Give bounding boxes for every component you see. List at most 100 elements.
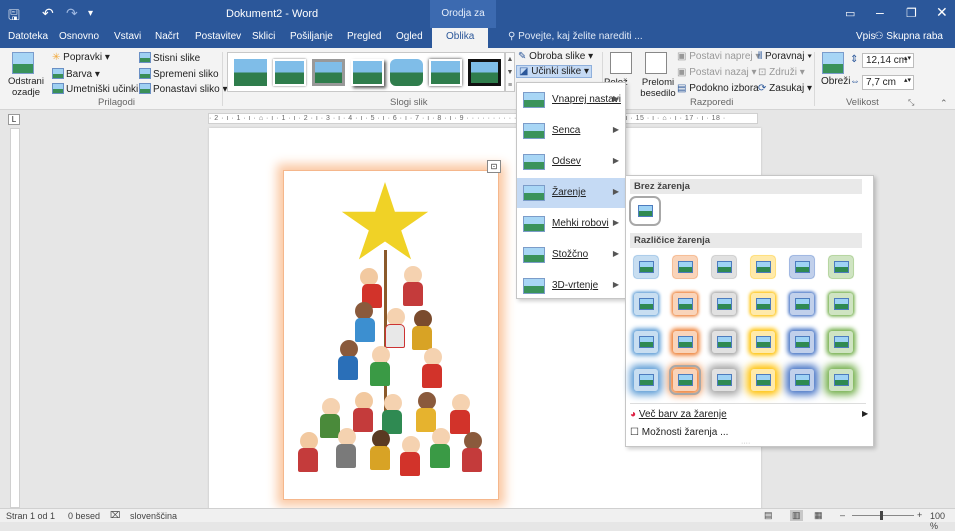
group-button[interactable]: ⊡ Združi ▾ — [758, 67, 805, 78]
tab-file[interactable]: Datoteka — [8, 31, 48, 42]
vertical-ruler[interactable] — [10, 128, 20, 508]
style-thumb[interactable] — [234, 59, 267, 86]
undo-icon[interactable]: ↶ — [42, 5, 54, 22]
tab-references[interactable]: Sklici — [252, 31, 275, 42]
glow-variant-option[interactable] — [751, 293, 775, 315]
sign-in-link[interactable]: Vpis — [856, 31, 875, 42]
style-thumb[interactable] — [312, 59, 345, 86]
color-button[interactable]: Barva ▾ — [52, 68, 100, 80]
glow-variant-option[interactable] — [751, 369, 775, 391]
height-input[interactable]: 12,14 cm ▴▾ — [862, 53, 914, 68]
compress-button[interactable]: Stisni slike — [139, 52, 200, 64]
menu-item-glow[interactable]: Žarenje ▶ — [517, 178, 625, 208]
crop-icon[interactable] — [822, 52, 844, 74]
glow-variant-option[interactable] — [673, 293, 697, 315]
tab-layout[interactable]: Postavitev — [195, 31, 241, 42]
maximize-icon[interactable]: ❐ — [906, 6, 917, 20]
glow-variant-option[interactable] — [712, 331, 736, 353]
tab-home[interactable]: Osnovno — [59, 31, 99, 42]
glow-variant-option[interactable] — [712, 256, 736, 278]
send-backward-button[interactable]: ▣ Postavi nazaj ▾ — [677, 67, 757, 78]
wrap-text-button[interactable]: Prelomi besedilo — [638, 77, 678, 99]
glow-variant-option[interactable] — [790, 331, 814, 353]
bring-forward-button[interactable]: ▣ Postavi naprej ▾ — [677, 51, 760, 62]
glow-variant-option[interactable] — [751, 256, 775, 278]
glow-variant-option[interactable] — [712, 293, 736, 315]
picture-styles-gallery[interactable] — [227, 52, 505, 92]
read-mode-icon[interactable]: ▤ — [764, 510, 773, 521]
artistic-effects-button[interactable]: Umetniški učinki ▾ — [52, 83, 146, 95]
spin-arrows[interactable]: ▴▾ — [904, 76, 911, 84]
tab-design[interactable]: Načrt — [155, 31, 179, 42]
glow-variant-option[interactable] — [669, 365, 701, 395]
remove-background-button[interactable]: Odstrani ozadje — [8, 76, 44, 98]
picture-effects-button[interactable]: ◪ Učinki slike ▾ — [516, 65, 593, 78]
wrap-text-icon[interactable] — [645, 52, 667, 74]
glow-variant-option[interactable] — [829, 293, 853, 315]
glow-variant-option[interactable] — [673, 256, 697, 278]
tab-view[interactable]: Ogled — [396, 31, 423, 42]
glow-variant-option[interactable] — [634, 331, 658, 353]
horizontal-ruler[interactable]: · 2 · ı · 1 · ı · ⌂ · ı · 1 · ı · 2 · ı … — [208, 113, 758, 124]
menu-item-shadow[interactable]: Senca ▶ — [517, 116, 625, 146]
tab-review[interactable]: Pregled — [347, 31, 381, 42]
proofing-icon[interactable]: ⌧ — [110, 510, 120, 521]
picture-border-button[interactable]: ✎ Obroba slike ▾ — [518, 51, 593, 62]
tab-insert[interactable]: Vstavi — [114, 31, 141, 42]
glow-variant-option[interactable] — [673, 331, 697, 353]
minimize-icon[interactable]: – — [876, 4, 884, 20]
crop-button[interactable]: Obreži — [821, 76, 850, 87]
glow-variant-option[interactable] — [790, 293, 814, 315]
glow-variant-option[interactable] — [634, 293, 658, 315]
glow-variant-option[interactable] — [790, 256, 814, 278]
tab-selector[interactable]: L — [8, 114, 20, 125]
more-glow-colors[interactable]: ◕ Več barv za žarenje ▶ — [630, 409, 868, 420]
rotate-button[interactable]: ⟳ Zasukaj ▾ — [758, 83, 812, 94]
no-glow-option[interactable] — [629, 196, 661, 226]
print-layout-icon[interactable]: ▥ — [790, 510, 803, 521]
zoom-slider[interactable] — [852, 515, 914, 516]
glow-variant-option[interactable] — [751, 331, 775, 353]
glow-variant-option[interactable] — [790, 369, 814, 391]
corrections-button[interactable]: ✳ Popravki ▾ — [52, 52, 110, 63]
layout-options-icon[interactable]: ⊡ — [487, 160, 501, 173]
ribbon-display-icon[interactable]: ▭ — [845, 7, 855, 20]
glow-options[interactable]: ☐ Možnosti žarenja ... — [630, 427, 728, 438]
glow-variant-option[interactable] — [829, 256, 853, 278]
menu-item-bevel[interactable]: Stožčno ▶ — [517, 240, 625, 270]
save-icon[interactable]: 🖫 — [8, 5, 20, 29]
change-picture-button[interactable]: Spremeni sliko — [139, 68, 219, 80]
menu-item-3d-rotation[interactable]: 3D-vrtenje ▶ — [517, 271, 625, 301]
glow-variant-option[interactable] — [829, 369, 853, 391]
resize-grip[interactable]: ···· — [741, 440, 750, 447]
menu-item-soft-edges[interactable]: Mehki robovi ▶ — [517, 209, 625, 239]
glow-variant-option[interactable] — [634, 369, 658, 391]
selection-pane-button[interactable]: ▤ Podokno izbora — [677, 83, 759, 94]
customize-qat-icon[interactable]: ▾ — [88, 8, 93, 19]
zoom-out-icon[interactable]: – — [840, 510, 845, 520]
reset-picture-button[interactable]: Ponastavi sliko ▾ — [139, 83, 228, 95]
glow-variant-option[interactable] — [712, 369, 736, 391]
style-thumb[interactable] — [273, 59, 306, 86]
close-icon[interactable]: ✕ — [936, 4, 948, 21]
collapse-ribbon-icon[interactable]: ⌃ — [940, 98, 948, 109]
gallery-scroll[interactable]: ▲ ▼ ≡ — [505, 52, 515, 92]
spin-arrows[interactable]: ▴▾ — [904, 54, 911, 62]
share-button[interactable]: ⚇ Skupna raba — [875, 31, 943, 42]
glow-variant-option[interactable] — [634, 256, 658, 278]
web-layout-icon[interactable]: ▦ — [814, 510, 823, 521]
size-dialog-launcher[interactable]: ⤡ — [908, 98, 914, 108]
style-thumb[interactable] — [351, 59, 384, 86]
language[interactable]: slovenščina — [130, 511, 177, 521]
remove-background-icon[interactable] — [12, 52, 34, 74]
redo-icon[interactable]: ↷ — [66, 5, 78, 22]
word-count[interactable]: 0 besed — [68, 511, 100, 521]
tell-me-input[interactable]: ⚲ Povejte, kaj želite narediti ... — [508, 31, 643, 42]
page-count[interactable]: Stran 1 od 1 — [6, 511, 55, 521]
style-thumb[interactable] — [468, 59, 501, 86]
tab-mailings[interactable]: Pošiljanje — [290, 31, 333, 42]
menu-item-preset[interactable]: Vnaprej nastavi ▶ — [517, 85, 625, 115]
align-button[interactable]: ⫴ Poravnaj ▾ — [758, 51, 812, 62]
zoom-in-icon[interactable]: + — [917, 510, 922, 520]
zoom-level[interactable]: 100 % — [930, 511, 955, 531]
